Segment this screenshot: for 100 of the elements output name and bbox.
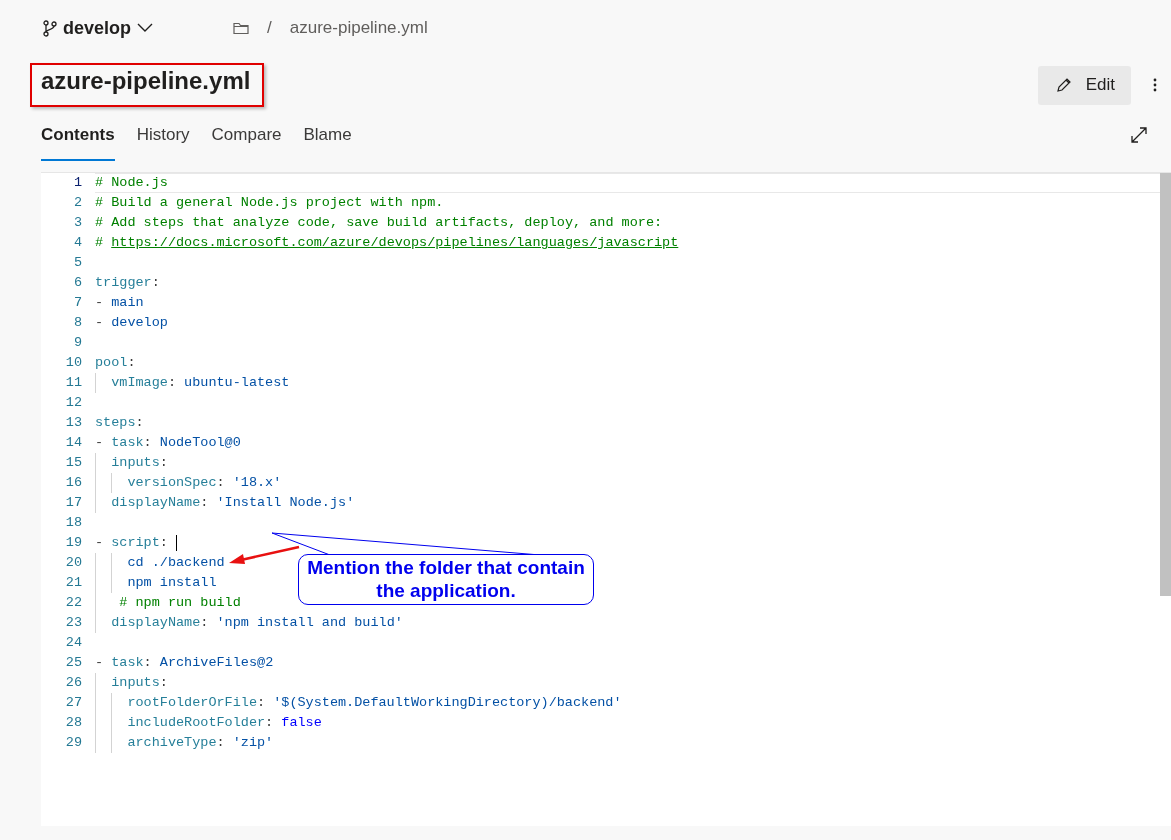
branch-icon	[43, 19, 57, 37]
code-token: :	[159, 674, 168, 692]
code-token: pool	[95, 354, 128, 372]
code-token: :	[135, 414, 144, 432]
code-token: main	[111, 294, 144, 312]
code-token: script	[111, 534, 160, 552]
code-token: ArchiveFiles@2	[159, 654, 274, 672]
breadcrumb-file[interactable]: azure-pipeline.yml	[289, 18, 428, 38]
line-number: 8	[72, 314, 82, 332]
pencil-icon	[1055, 77, 1072, 93]
code-token: -	[95, 434, 105, 452]
line-number: 3	[72, 214, 82, 232]
code-token: :	[143, 654, 153, 672]
code-token: steps	[95, 414, 136, 432]
code-token: includeRootFolder	[127, 714, 266, 732]
line-number: 10	[64, 354, 82, 372]
code-token: rootFolderOrFile	[127, 694, 257, 712]
code-token: 'zip'	[232, 734, 274, 752]
code-token: -	[95, 314, 105, 332]
code-token: trigger	[95, 274, 152, 292]
code-token: :	[265, 714, 275, 732]
chevron-down-icon[interactable]	[137, 23, 154, 33]
code-token: :	[159, 454, 168, 472]
code-token: inputs	[111, 454, 160, 472]
code-token: '$(System.DefaultWorkingDirectory)/backend'	[273, 694, 622, 712]
line-number: 16	[64, 474, 82, 492]
branch-name[interactable]: develop	[63, 17, 132, 39]
line-number: 2	[72, 194, 82, 212]
code-token: :	[159, 534, 169, 552]
code-token: displayName	[111, 614, 201, 632]
code-token: cd ./backend	[127, 554, 225, 572]
code-token: # Build a general Node.js project with npm.	[95, 194, 444, 212]
line-number: 29	[64, 734, 82, 752]
code-token: :	[167, 374, 177, 392]
line-number: 12	[64, 394, 82, 412]
expand-icon[interactable]	[1131, 127, 1147, 143]
code-token: #	[95, 234, 105, 252]
more-options-icon[interactable]	[1153, 78, 1157, 92]
line-number: 9	[72, 334, 82, 352]
code-token: -	[95, 294, 105, 312]
code-token: # npm run build	[119, 594, 241, 612]
tab[interactable]: Compare	[211, 119, 282, 161]
line-number: 20	[64, 554, 82, 572]
line-number: 13	[64, 414, 82, 432]
code-token: :	[127, 354, 136, 372]
line-number: 14	[64, 434, 82, 452]
line-number: 27	[64, 694, 82, 712]
code-token: :	[200, 614, 210, 632]
line-number: 25	[64, 654, 82, 672]
code-token: :	[151, 274, 160, 292]
code-token: archiveType	[127, 734, 217, 752]
code-token: NodeTool@0	[159, 434, 241, 452]
code-token: 'Install Node.js'	[216, 494, 355, 512]
code-token: inputs	[111, 674, 160, 692]
line-number: 26	[64, 674, 82, 692]
line-number: 19	[64, 534, 82, 552]
line-number: 23	[64, 614, 82, 632]
line-number: 7	[72, 294, 82, 312]
code-token: task	[111, 654, 144, 672]
code-token: :	[216, 474, 226, 492]
line-number: 24	[64, 634, 82, 652]
breadcrumb-separator: /	[267, 18, 272, 38]
line-number: 6	[72, 274, 82, 292]
code-token: develop	[111, 314, 168, 332]
code-token: # Node.js	[95, 174, 168, 192]
file-title: azure-pipeline.yml	[41, 67, 251, 94]
tab[interactable]: History	[136, 119, 190, 161]
code-token: vmImage	[111, 374, 168, 392]
code-token: -	[95, 654, 105, 672]
line-number: 28	[64, 714, 82, 732]
code-token: :	[143, 434, 153, 452]
code-token: npm install	[127, 574, 217, 592]
line-number: 5	[72, 254, 82, 272]
code-link[interactable]: https://docs.microsoft.com/azure/devops/pipelines/languages/javascript	[111, 233, 679, 253]
edit-button[interactable]: Edit	[1037, 65, 1131, 105]
code-token: # Add steps that analyze code, save build artifacts, deploy, and more:	[95, 214, 663, 232]
code-token: '18.x'	[232, 474, 282, 492]
code-token: false	[281, 714, 322, 732]
folder-icon[interactable]	[233, 21, 250, 35]
line-number: 15	[64, 454, 82, 472]
code-token: displayName	[111, 494, 201, 512]
line-number: 1	[72, 174, 82, 192]
line-number: 17	[64, 494, 82, 512]
code-token: :	[200, 494, 210, 512]
line-number: 21	[64, 574, 82, 592]
code-token: 'npm install and build'	[216, 614, 403, 632]
line-number: 18	[64, 514, 82, 532]
code-token: :	[257, 694, 267, 712]
tab[interactable]: Contents	[41, 119, 115, 161]
code-token: -	[95, 534, 105, 552]
tab[interactable]: Blame	[303, 119, 352, 161]
code-token: ubuntu-latest	[184, 374, 290, 392]
code-token: task	[111, 434, 144, 452]
code-token: :	[216, 734, 226, 752]
line-number: 11	[64, 374, 82, 392]
pointer-arrow	[229, 545, 300, 564]
line-number: 4	[72, 234, 82, 252]
line-number: 22	[64, 594, 82, 612]
scrollbar-thumb[interactable]	[1160, 173, 1171, 596]
code-token: versionSpec	[127, 474, 217, 492]
